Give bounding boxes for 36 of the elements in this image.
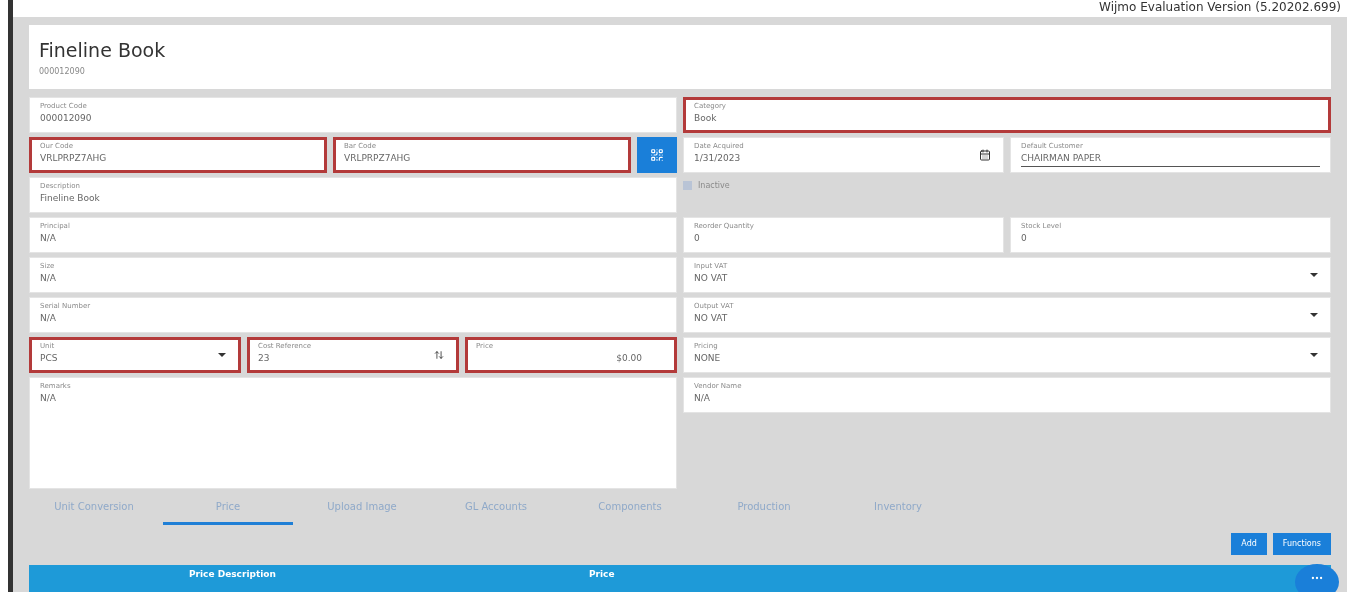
more-button[interactable] — [1295, 564, 1339, 592]
field-value: $0.00 — [616, 352, 642, 363]
item-title: Fineline Book — [39, 38, 167, 61]
field-value: CHAIRMAN PAPER — [1021, 152, 1320, 167]
field-value: 0 — [1021, 232, 1027, 243]
evaluation-notice-text: Wijmo Evaluation Version (5.20202.699) — [1099, 0, 1341, 14]
field-value: NONE — [694, 352, 721, 363]
spinner-icon[interactable] — [434, 349, 444, 360]
field-value: N/A — [40, 272, 56, 283]
field-value: 1/31/2023 — [694, 152, 741, 163]
field-value: PCS — [40, 352, 58, 363]
calendar-icon[interactable] — [979, 148, 991, 161]
item-code: 000012090 — [39, 66, 86, 76]
field-value: N/A — [40, 392, 56, 403]
grid-icon — [650, 147, 664, 162]
field-value: NO VAT — [694, 272, 728, 283]
caret-icon[interactable] — [1310, 272, 1318, 277]
field-value: 0 — [694, 232, 700, 243]
field-value: N/A — [40, 232, 56, 243]
field-value: 000012090 — [40, 112, 92, 123]
checkbox-label: Inactive — [698, 180, 730, 190]
caret-icon[interactable] — [1310, 352, 1318, 357]
field-value: Book — [694, 112, 717, 123]
field-value: 23 — [258, 352, 270, 363]
caret-icon[interactable] — [1310, 312, 1318, 317]
field-value: N/A — [694, 392, 710, 403]
field-value: N/A — [40, 312, 56, 323]
field-value: VRLPRPZ7AHG — [344, 152, 411, 163]
scan-button[interactable] — [637, 136, 677, 173]
add-button[interactable]: Add — [1231, 532, 1267, 555]
field-value: VRLPRPZ7AHG — [40, 152, 107, 163]
checkbox[interactable] — [683, 180, 692, 190]
functions-button[interactable]: Functions — [1272, 532, 1331, 555]
caret-icon[interactable] — [218, 352, 226, 357]
field-value: NO VAT — [694, 312, 728, 323]
field-value: Fineline Book — [40, 192, 100, 203]
